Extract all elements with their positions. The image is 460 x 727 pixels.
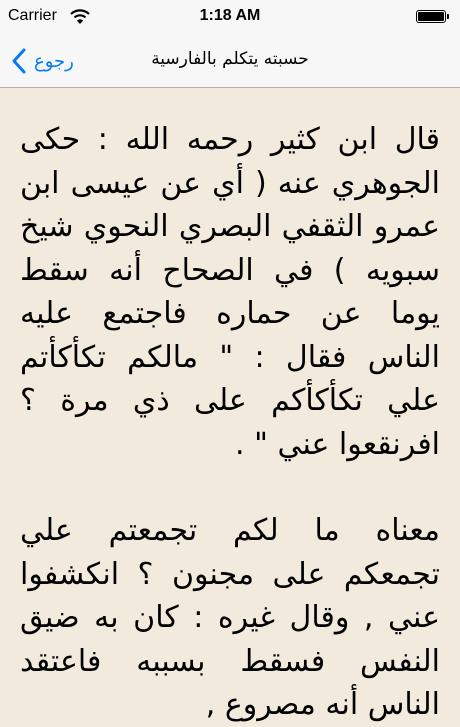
article-body: قال ابن كثير رحمه الله : حكى الجوهري عنه… (20, 118, 440, 727)
paragraph: معناه ما لكم تجمعتم علي تجمعكم على مجنون… (20, 513, 440, 722)
battery-icon (416, 10, 449, 23)
status-bar: Carrier 1:18 AM (0, 0, 460, 34)
back-button-label: رجوع (34, 50, 74, 72)
chevron-left-icon (12, 48, 26, 74)
navigation-bar: رجوع حسبته يتكلم بالفارسية (0, 34, 460, 88)
paragraph: قال ابن كثير رحمه الله : حكى الجوهري عنه… (20, 122, 440, 462)
clock: 1:18 AM (199, 7, 261, 24)
page-title: حسبته يتكلم بالفارسية (151, 49, 309, 69)
back-button[interactable]: رجوع (10, 46, 74, 76)
